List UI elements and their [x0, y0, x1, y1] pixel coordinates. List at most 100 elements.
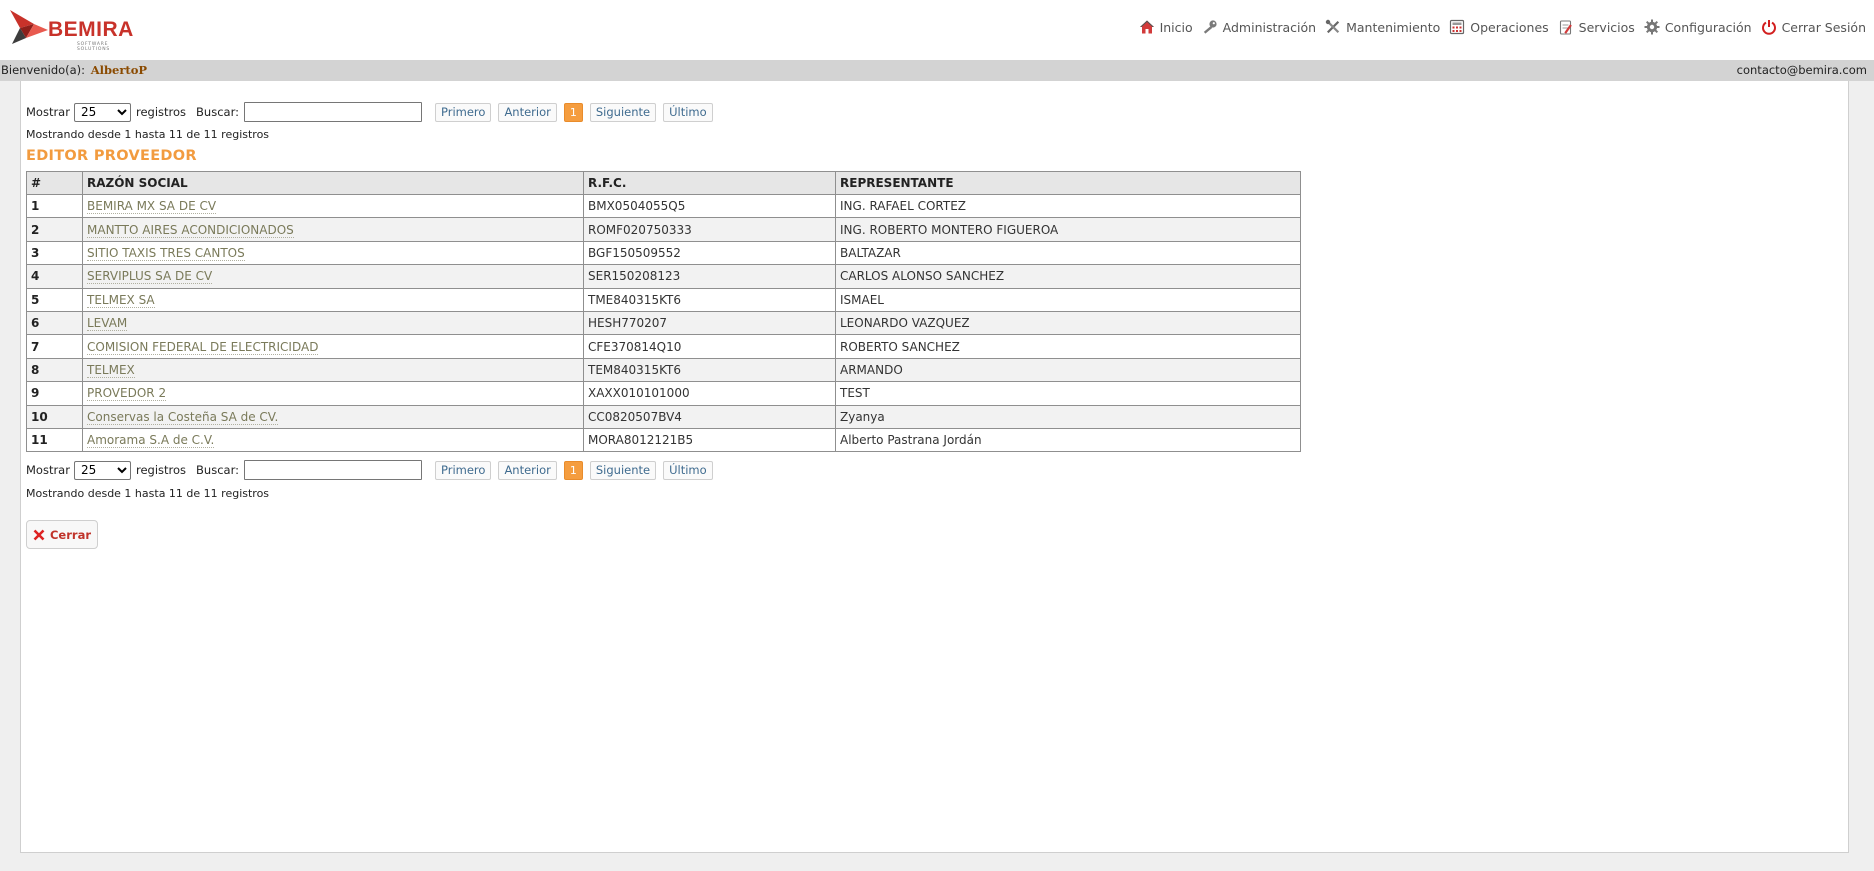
razon-social-cell[interactable]: SERVIPLUS SA DE CV [82, 264, 584, 289]
list-controls-bottom: Mostrar 25 registros Buscar: Primero Ant… [26, 459, 713, 481]
table-row: 10 Conservas la Costeña SA de CV. CC0820… [26, 404, 1301, 429]
razon-social-link[interactable]: BEMIRA MX SA DE CV [87, 199, 217, 215]
welcome-label: Bienvenido(a): [1, 63, 86, 77]
row-number: 1 [26, 193, 83, 219]
search-label: Buscar: [196, 105, 239, 119]
table-row: 3 SITIO TAXIS TRES CANTOS BGF150509552 B… [26, 240, 1301, 266]
razon-social-cell[interactable]: LEVAM [82, 310, 584, 336]
representante-cell: BALTAZAR [835, 240, 1301, 266]
search-input[interactable] [243, 460, 422, 480]
column-header-rfc[interactable]: R.F.C. [583, 171, 836, 195]
page-size-select[interactable]: 25 [73, 102, 131, 122]
nav-inicio[interactable]: Inicio [1139, 19, 1193, 35]
row-number: 9 [26, 381, 83, 406]
row-number: 3 [26, 240, 83, 266]
pagination: Primero Anterior 1 Siguiente Último [434, 460, 713, 480]
table-row: 4 SERVIPLUS SA DE CV SER150208123 CARLOS… [26, 264, 1301, 289]
table-row: 1 BEMIRA MX SA DE CV BMX0504055Q5 ING. R… [26, 193, 1301, 219]
razon-social-link[interactable]: TELMEX SA [87, 292, 155, 308]
table-row: 11 Amorama S.A de C.V. MORA8012121B5 Alb… [26, 427, 1301, 453]
records-info-bottom: Mostrando desde 1 hasta 11 de 11 registr… [26, 487, 270, 500]
last-page-button[interactable]: Último [663, 460, 713, 480]
table-header-row: # RAZÓN SOCIAL R.F.C. REPRESENTANTE [26, 171, 1301, 195]
razon-social-cell[interactable]: BEMIRA MX SA DE CV [82, 193, 584, 219]
razon-social-cell[interactable]: COMISION FEDERAL DE ELECTRICIDAD [82, 334, 584, 359]
nav-mantenimiento[interactable]: Mantenimiento [1325, 19, 1440, 35]
nav-configuracion[interactable]: Configuración [1644, 19, 1752, 35]
rfc-cell: BGF150509552 [583, 240, 836, 266]
representante-cell: ING. ROBERTO MONTERO FIGUEROA [835, 217, 1301, 242]
rfc-cell: CC0820507BV4 [583, 404, 836, 429]
razon-social-cell[interactable]: Conservas la Costeña SA de CV. [82, 404, 584, 429]
razon-social-link[interactable]: PROVEDOR 2 [87, 386, 167, 402]
close-button[interactable]: Cerrar [26, 520, 98, 549]
table-body: 1 BEMIRA MX SA DE CV BMX0504055Q5 ING. R… [26, 193, 1301, 453]
previous-page-button[interactable]: Anterior [498, 460, 557, 480]
contact-email: contacto@bemira.com [1736, 63, 1867, 77]
clipboard-icon [1559, 20, 1572, 35]
top-header: BEMIRA SOFTWARE SOLUTIONS Inicio Adminis… [0, 0, 1874, 60]
razon-social-link[interactable]: LEVAM [87, 316, 128, 332]
list-controls-top: Mostrar 25 registros Buscar: Primero Ant… [26, 101, 713, 123]
representante-cell: ING. RAFAEL CORTEZ [835, 193, 1301, 219]
razon-social-cell[interactable]: TELMEX SA [82, 287, 584, 312]
nav-configuracion-label: Configuración [1664, 19, 1752, 35]
rfc-cell: CFE370814Q10 [583, 334, 836, 359]
razon-social-link[interactable]: Amorama S.A de C.V. [87, 433, 215, 449]
current-page-button[interactable]: 1 [563, 460, 583, 480]
nav-servicios-label: Servicios [1578, 19, 1635, 35]
providers-table: # RAZÓN SOCIAL R.F.C. REPRESENTANTE 1 BE… [26, 171, 1301, 453]
page-size-select[interactable]: 25 [73, 460, 131, 480]
razon-social-cell[interactable]: MANTTO AIRES ACONDICIONADOS [82, 217, 584, 242]
razon-social-link[interactable]: SERVIPLUS SA DE CV [87, 269, 213, 285]
records-label: registros [135, 463, 187, 477]
nav-mantenimiento-label: Mantenimiento [1346, 19, 1441, 35]
nav-administracion[interactable]: Administración [1202, 19, 1316, 35]
column-header-representante[interactable]: REPRESENTANTE [835, 171, 1301, 195]
razon-social-cell[interactable]: SITIO TAXIS TRES CANTOS [82, 240, 584, 266]
razon-social-link[interactable]: TELMEX [87, 362, 135, 378]
row-number: 11 [26, 427, 83, 453]
next-page-button[interactable]: Siguiente [589, 460, 657, 480]
column-header-number[interactable]: # [26, 171, 83, 195]
row-number: 4 [26, 264, 83, 289]
nav-cerrar-sesion[interactable]: Cerrar Sesión [1761, 19, 1866, 35]
representante-cell: LEONARDO VAZQUEZ [835, 310, 1301, 336]
records-label: registros [135, 105, 187, 119]
nav-administracion-label: Administración [1222, 19, 1317, 35]
rfc-cell: MORA8012121B5 [583, 427, 836, 453]
representante-cell: ROBERTO SANCHEZ [835, 334, 1301, 359]
table-row: 5 TELMEX SA TME840315KT6 ISMAEL [26, 287, 1301, 312]
razon-social-link[interactable]: COMISION FEDERAL DE ELECTRICIDAD [87, 339, 319, 355]
bemira-logo[interactable]: BEMIRA SOFTWARE SOLUTIONS [8, 8, 138, 52]
next-page-button[interactable]: Siguiente [589, 102, 657, 122]
razon-social-cell[interactable]: TELMEX [82, 357, 584, 383]
power-icon [1761, 20, 1776, 35]
search-input[interactable] [243, 102, 422, 122]
table-row: 9 PROVEDOR 2 XAXX010101000 TEST [26, 381, 1301, 406]
first-page-button[interactable]: Primero [434, 460, 492, 480]
razon-social-link[interactable]: Conservas la Costeña SA de CV. [87, 409, 279, 425]
table-row: 6 LEVAM HESH770207 LEONARDO VAZQUEZ [26, 310, 1301, 336]
bemira-logo-mark [10, 10, 48, 44]
previous-page-button[interactable]: Anterior [498, 102, 557, 122]
first-page-button[interactable]: Primero [434, 102, 492, 122]
nav-servicios[interactable]: Servicios [1558, 19, 1635, 35]
column-header-razon-social[interactable]: RAZÓN SOCIAL [82, 171, 584, 195]
row-number: 10 [26, 404, 83, 429]
row-number: 8 [26, 357, 83, 383]
row-number: 6 [26, 310, 83, 336]
close-icon [33, 529, 45, 540]
razon-social-cell[interactable]: PROVEDOR 2 [82, 381, 584, 406]
row-number: 7 [26, 334, 83, 359]
razon-social-cell[interactable]: Amorama S.A de C.V. [82, 427, 584, 453]
razon-social-link[interactable]: SITIO TAXIS TRES CANTOS [87, 245, 245, 261]
razon-social-link[interactable]: MANTTO AIRES ACONDICIONADOS [87, 222, 294, 238]
current-page-button[interactable]: 1 [563, 102, 583, 122]
representante-cell: TEST [835, 381, 1301, 406]
nav-operaciones[interactable]: Operaciones [1449, 19, 1549, 35]
welcome-username: AlbertoP [90, 63, 148, 77]
last-page-button[interactable]: Último [663, 102, 713, 122]
rfc-cell: BMX0504055Q5 [583, 193, 836, 219]
representante-cell: Zyanya [835, 404, 1301, 429]
